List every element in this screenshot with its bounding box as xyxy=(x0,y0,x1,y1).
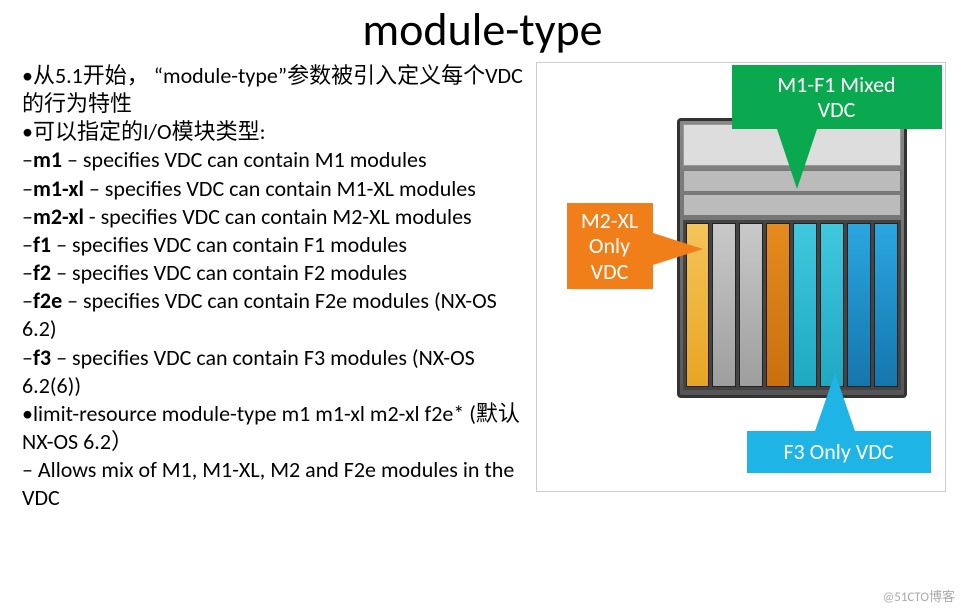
slot-f3c xyxy=(847,223,871,387)
desc: – specifies VDC can contain F3 modules (… xyxy=(22,344,475,399)
dash: – xyxy=(22,146,33,173)
key: f1 xyxy=(33,231,51,258)
callout-m2xl-only: M2-XL Only VDC xyxy=(567,203,653,289)
callout-blue-pointer xyxy=(815,373,855,431)
dash: – xyxy=(22,231,33,258)
item-f2: –f2 – specifies VDC can contain F2 modul… xyxy=(22,259,532,287)
desc: – specifies VDC can contain M1-XL module… xyxy=(84,175,476,202)
item-f2e: –f2e – specifies VDC can contain F2e mod… xyxy=(22,287,532,343)
slot-f1 xyxy=(766,223,790,387)
dash: – xyxy=(22,344,33,371)
text: •从5.1开始， “ xyxy=(22,62,163,89)
key: m2-xl xyxy=(33,203,84,230)
callout-f3-only: F3 Only VDC xyxy=(747,431,931,473)
slot-f3d xyxy=(874,223,898,387)
desc: – specifies VDC can contain F2e modules … xyxy=(22,287,497,342)
slot-m1b xyxy=(739,223,763,387)
key: m1 xyxy=(33,146,62,173)
slide-title: module-type xyxy=(0,0,965,58)
content-columns: •从5.1开始， “module-type”参数被引入定义每个VDC的行为特性 … xyxy=(0,62,965,513)
slot-f3a xyxy=(793,223,817,387)
slide: module-type •从5.1开始， “module-type”参数被引入定… xyxy=(0,0,965,611)
text-column: •从5.1开始， “module-type”参数被引入定义每个VDC的行为特性 … xyxy=(22,62,532,513)
item-f3: –f3 – specifies VDC can contain F3 modul… xyxy=(22,344,532,400)
callout-line: F3 Only VDC xyxy=(783,439,893,464)
callout-line: VDC xyxy=(591,259,629,284)
dash: – xyxy=(22,259,33,286)
callout-m1f1-mixed: M1-F1 Mixed VDC xyxy=(732,65,942,129)
dash: – xyxy=(22,287,33,314)
slot-f3b xyxy=(820,223,844,387)
text: module-type xyxy=(163,62,278,89)
dash: – xyxy=(22,203,33,230)
chassis-sup2 xyxy=(683,194,901,216)
callout-line: M2-XL xyxy=(581,208,638,233)
bullet-allow: – Allows mix of M1, M1-XL, M2 and F2e mo… xyxy=(22,456,532,512)
key: f2e xyxy=(33,287,62,314)
callout-line: VDC xyxy=(818,97,856,122)
desc: – specifies VDC can contain M1 modules xyxy=(62,146,427,173)
item-f1: –f1 – specifies VDC can contain F1 modul… xyxy=(22,231,532,259)
bullet-1: •从5.1开始， “module-type”参数被引入定义每个VDC的行为特性 xyxy=(22,62,532,118)
bullet-limit: •limit-resource module-type m1 m1-xl m2-… xyxy=(22,400,532,456)
callout-line: Only xyxy=(589,233,630,258)
callout-line: M1-F1 Mixed xyxy=(777,72,895,97)
key: f2 xyxy=(33,259,51,286)
callout-orange-pointer xyxy=(653,233,703,265)
item-m2xl: –m2-xl - specifies VDC can contain M2-XL… xyxy=(22,203,532,231)
item-m1xl: –m1-xl – specifies VDC can contain M1-XL… xyxy=(22,175,532,203)
figure: M1-F1 Mixed VDC M2-XL Only VDC F3 Only V… xyxy=(536,62,946,492)
desc: - specifies VDC can contain M2-XL module… xyxy=(84,203,472,230)
key: m1-xl xyxy=(33,175,84,202)
key: f3 xyxy=(33,344,51,371)
figure-column: M1-F1 Mixed VDC M2-XL Only VDC F3 Only V… xyxy=(532,62,949,513)
bullet-2: •可以指定的I/O模块类型: xyxy=(22,118,532,146)
item-m1: –m1 – specifies VDC can contain M1 modul… xyxy=(22,146,532,174)
slot-m1 xyxy=(712,223,736,387)
callout-green-pointer xyxy=(777,129,817,189)
dash: – xyxy=(22,175,33,202)
desc: – specifies VDC can contain F2 modules xyxy=(51,259,407,286)
watermark: @51CTO博客 xyxy=(883,586,955,605)
desc: – specifies VDC can contain F1 modules xyxy=(51,231,407,258)
chassis-slots xyxy=(683,220,901,390)
